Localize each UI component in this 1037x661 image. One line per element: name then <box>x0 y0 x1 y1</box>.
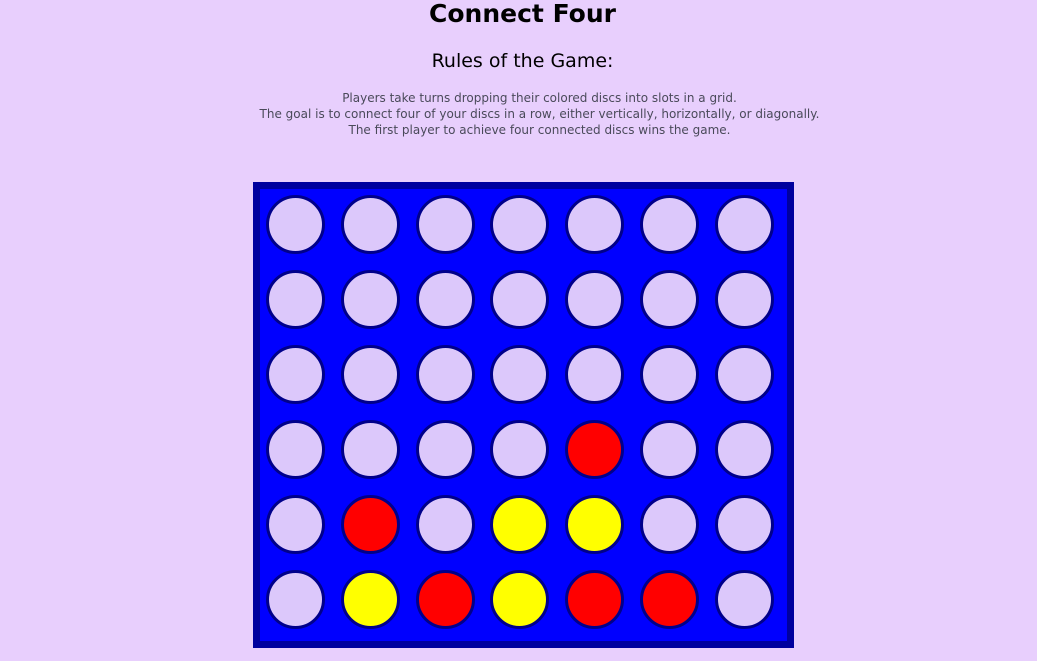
empty-slot[interactable] <box>640 270 699 329</box>
empty-slot[interactable] <box>714 495 774 554</box>
empty-slot[interactable] <box>266 270 325 329</box>
red-disc[interactable] <box>340 495 400 554</box>
yellow-disc[interactable] <box>490 495 550 554</box>
empty-slot[interactable] <box>340 420 400 479</box>
yellow-disc[interactable] <box>490 570 550 629</box>
empty-slot[interactable] <box>266 420 325 479</box>
red-disc[interactable] <box>415 570 475 629</box>
rules-line: The first player to achieve four connect… <box>348 123 731 137</box>
empty-slot[interactable] <box>266 345 325 404</box>
empty-slot[interactable] <box>640 420 699 479</box>
empty-slot[interactable] <box>415 195 475 254</box>
red-disc[interactable] <box>640 570 699 629</box>
red-disc[interactable] <box>565 570 625 629</box>
rules-text: Players take turns dropping their colore… <box>0 90 1037 138</box>
empty-slot[interactable] <box>640 495 699 554</box>
empty-slot[interactable] <box>340 270 400 329</box>
empty-slot[interactable] <box>415 420 475 479</box>
red-disc[interactable] <box>565 420 625 479</box>
empty-slot[interactable] <box>490 195 550 254</box>
empty-slot[interactable] <box>640 195 699 254</box>
game-board <box>253 182 794 648</box>
empty-slot[interactable] <box>565 270 625 329</box>
empty-slot[interactable] <box>640 345 699 404</box>
empty-slot[interactable] <box>714 270 774 329</box>
rules-heading: Rules of the Game: <box>431 50 614 72</box>
empty-slot[interactable] <box>714 420 774 479</box>
yellow-disc[interactable] <box>340 570 400 629</box>
empty-slot[interactable] <box>415 270 475 329</box>
rules-line: The goal is to connect four of your disc… <box>259 107 820 121</box>
empty-slot[interactable] <box>266 495 325 554</box>
empty-slot[interactable] <box>266 195 325 254</box>
empty-slot[interactable] <box>565 195 625 254</box>
empty-slot[interactable] <box>714 570 774 629</box>
empty-slot[interactable] <box>490 420 550 479</box>
empty-slot[interactable] <box>490 345 550 404</box>
empty-slot[interactable] <box>415 495 475 554</box>
empty-slot[interactable] <box>340 345 400 404</box>
empty-slot[interactable] <box>714 195 774 254</box>
empty-slot[interactable] <box>266 570 325 629</box>
empty-slot[interactable] <box>490 270 550 329</box>
empty-slot[interactable] <box>340 195 400 254</box>
page-title: Connect Four <box>429 0 616 28</box>
empty-slot[interactable] <box>714 345 774 404</box>
yellow-disc[interactable] <box>565 495 625 554</box>
empty-slot[interactable] <box>565 345 625 404</box>
rules-line: Players take turns dropping their colore… <box>342 91 737 105</box>
empty-slot[interactable] <box>415 345 475 404</box>
